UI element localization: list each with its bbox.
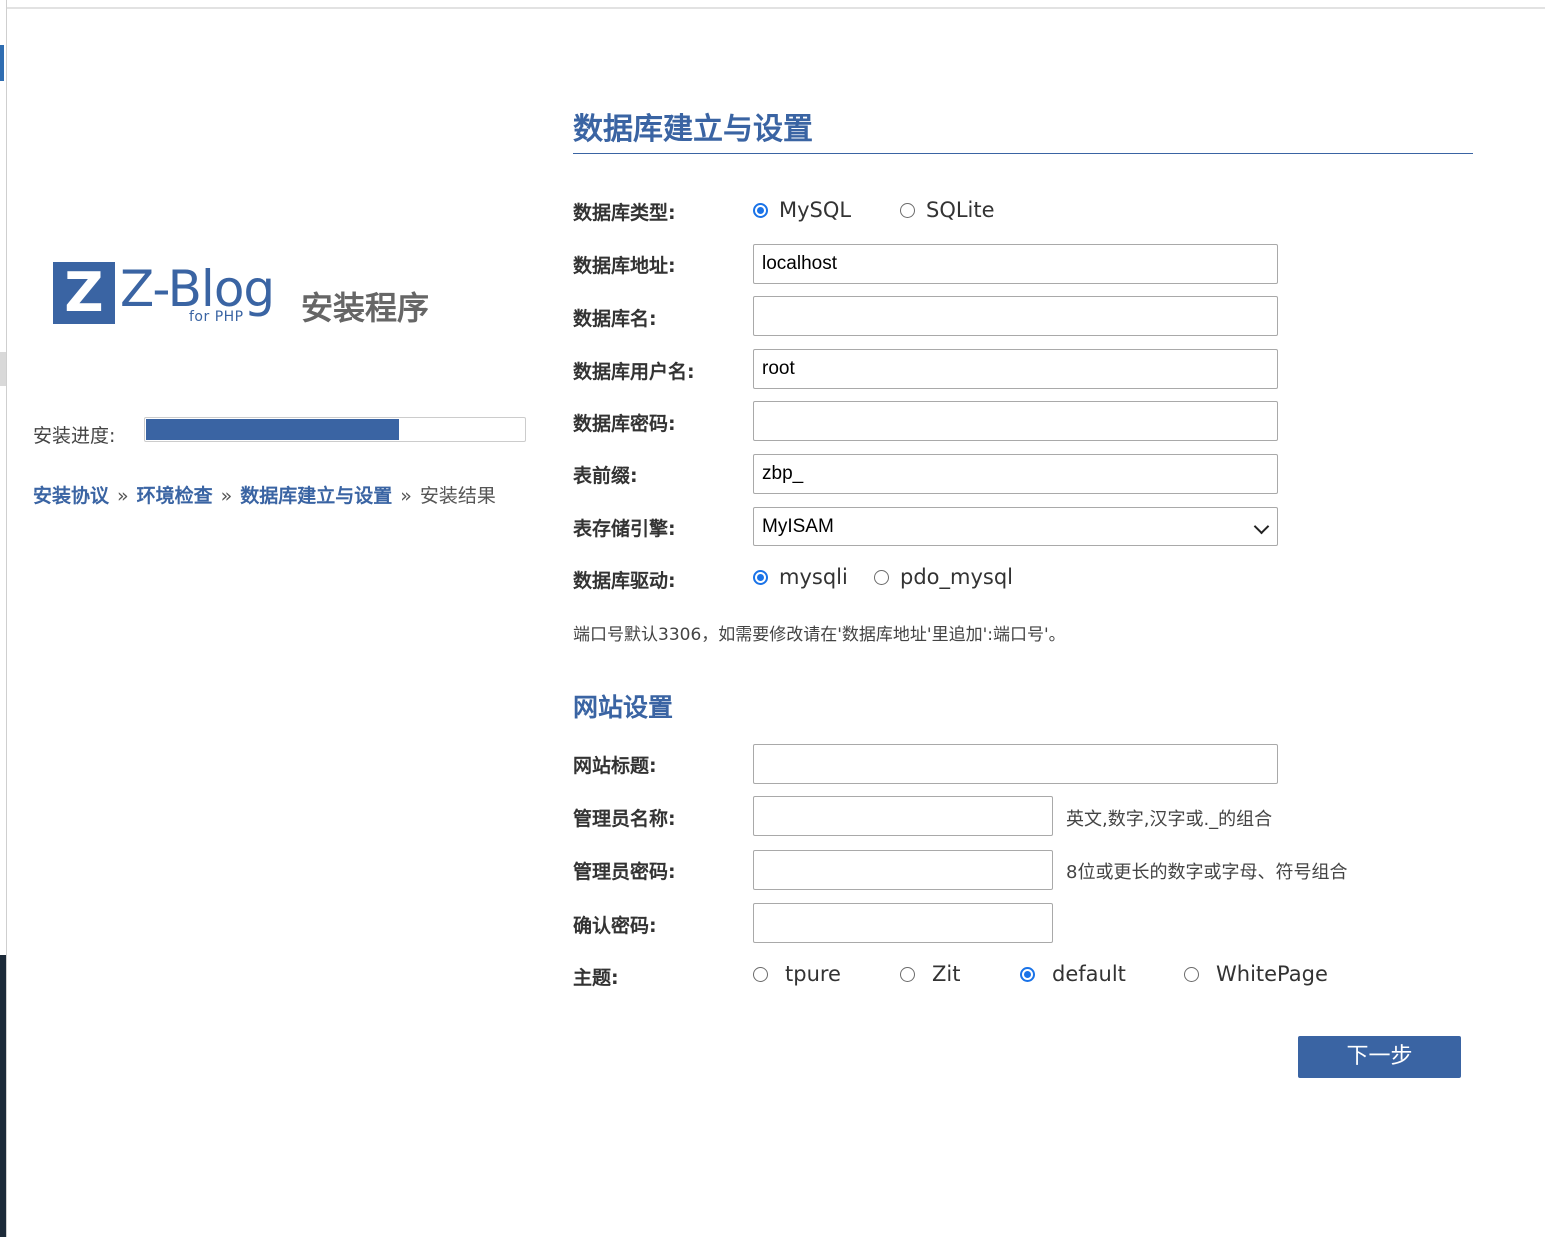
db-type-option-mysql[interactable]: MySQL <box>753 198 851 222</box>
confirm-password-label: 确认密码: <box>573 915 657 937</box>
admin-name-hint: 英文,数字,汉字或._的组合 <box>1066 809 1273 830</box>
radio-icon[interactable] <box>1184 966 1199 982</box>
radio-icon[interactable] <box>874 569 889 585</box>
site-title-input[interactable] <box>753 744 1278 784</box>
confirm-password-input[interactable] <box>753 903 1053 943</box>
breadcrumb-step[interactable]: 环境检查 <box>137 485 213 507</box>
site-title-label: 网站标题: <box>573 755 657 777</box>
db-engine-label: 表存储引擎: <box>573 518 676 540</box>
db-user-input[interactable]: root <box>753 349 1278 389</box>
theme-option-tpure[interactable]: tpure <box>753 962 841 986</box>
breadcrumb-separator: » <box>400 485 412 507</box>
radio-icon[interactable] <box>753 202 768 218</box>
install-steps-breadcrumb: 安装协议 » 环境检查 » 数据库建立与设置 » 安装结果 <box>33 481 496 508</box>
breadcrumb-step[interactable]: 数据库建立与设置 <box>240 485 392 507</box>
db-prefix-label: 表前缀: <box>573 465 638 487</box>
db-name-input[interactable] <box>753 296 1278 336</box>
logo-subtitle: for PHP <box>189 309 244 325</box>
admin-password-hint: 8位或更长的数字或字母、符号组合 <box>1066 862 1348 883</box>
progress-label: 安装进度: <box>33 425 116 447</box>
breadcrumb-step[interactable]: 安装协议 <box>33 485 109 507</box>
breadcrumb-separator: » <box>117 485 129 507</box>
db-user-label: 数据库用户名: <box>573 361 695 383</box>
theme-option-zit[interactable]: Zit <box>900 962 960 986</box>
chevron-down-icon <box>1253 518 1270 535</box>
db-driver-option-pdo-mysql[interactable]: pdo_mysql <box>874 565 1013 589</box>
breadcrumb-separator: » <box>220 485 233 507</box>
left-edge-accent <box>0 45 4 81</box>
db-host-label: 数据库地址: <box>573 255 676 277</box>
db-engine-select[interactable]: MyISAM <box>753 507 1278 546</box>
db-driver-label: 数据库驱动: <box>573 570 676 592</box>
admin-name-label: 管理员名称: <box>573 808 676 830</box>
radio-icon[interactable] <box>900 202 915 218</box>
db-password-label: 数据库密码: <box>573 413 676 435</box>
db-prefix-input[interactable]: zbp_ <box>753 454 1278 494</box>
left-edge-dark-panel <box>0 955 6 1237</box>
page-title: 数据库建立与设置 <box>573 112 813 147</box>
theme-option-label: tpure <box>785 962 841 986</box>
title-divider <box>573 153 1473 154</box>
zblog-logo: Z Z-Blog for PHP 安装程序 <box>53 260 443 327</box>
admin-name-input[interactable] <box>753 796 1053 836</box>
db-driver-option-label: mysqli <box>779 565 848 589</box>
radio-icon[interactable] <box>753 966 768 982</box>
db-type-option-label: SQLite <box>926 198 995 222</box>
db-password-input[interactable] <box>753 401 1278 441</box>
theme-option-label: Zit <box>932 962 961 986</box>
site-settings-title: 网站设置 <box>573 693 674 722</box>
theme-option-label: WhitePage <box>1216 962 1328 986</box>
db-type-option-sqlite[interactable]: SQLite <box>900 198 995 222</box>
db-driver-option-label: pdo_mysql <box>900 565 1013 589</box>
next-button[interactable]: 下一步 <box>1298 1036 1461 1078</box>
db-engine-selected-value: MyISAM <box>762 516 834 537</box>
db-type-label: 数据库类型: <box>573 202 676 224</box>
radio-icon[interactable] <box>753 569 768 585</box>
db-host-input[interactable]: localhost <box>753 244 1278 284</box>
db-name-label: 数据库名: <box>573 308 657 330</box>
installer-title: 安装程序 <box>301 289 430 327</box>
theme-option-whitepage[interactable]: WhitePage <box>1184 962 1328 986</box>
port-hint: 端口号默认3306，如需要修改请在'数据库地址'里追加':端口号'。 <box>573 625 1066 645</box>
progress-bar <box>144 417 526 442</box>
theme-option-default[interactable]: default <box>1020 962 1126 986</box>
radio-icon[interactable] <box>900 966 915 982</box>
db-driver-option-mysqli[interactable]: mysqli <box>753 565 848 589</box>
admin-password-label: 管理员密码: <box>573 861 676 883</box>
admin-password-input[interactable] <box>753 850 1053 890</box>
breadcrumb-step: 安装结果 <box>419 485 496 507</box>
radio-icon[interactable] <box>1020 966 1035 982</box>
logo-mark: Z <box>64 261 104 324</box>
theme-option-label: default <box>1052 962 1126 986</box>
left-edge-highlight <box>0 352 6 386</box>
db-type-option-label: MySQL <box>779 198 852 222</box>
theme-label: 主题: <box>573 967 619 989</box>
progress-bar-fill <box>146 419 399 440</box>
top-border <box>0 7 1545 9</box>
